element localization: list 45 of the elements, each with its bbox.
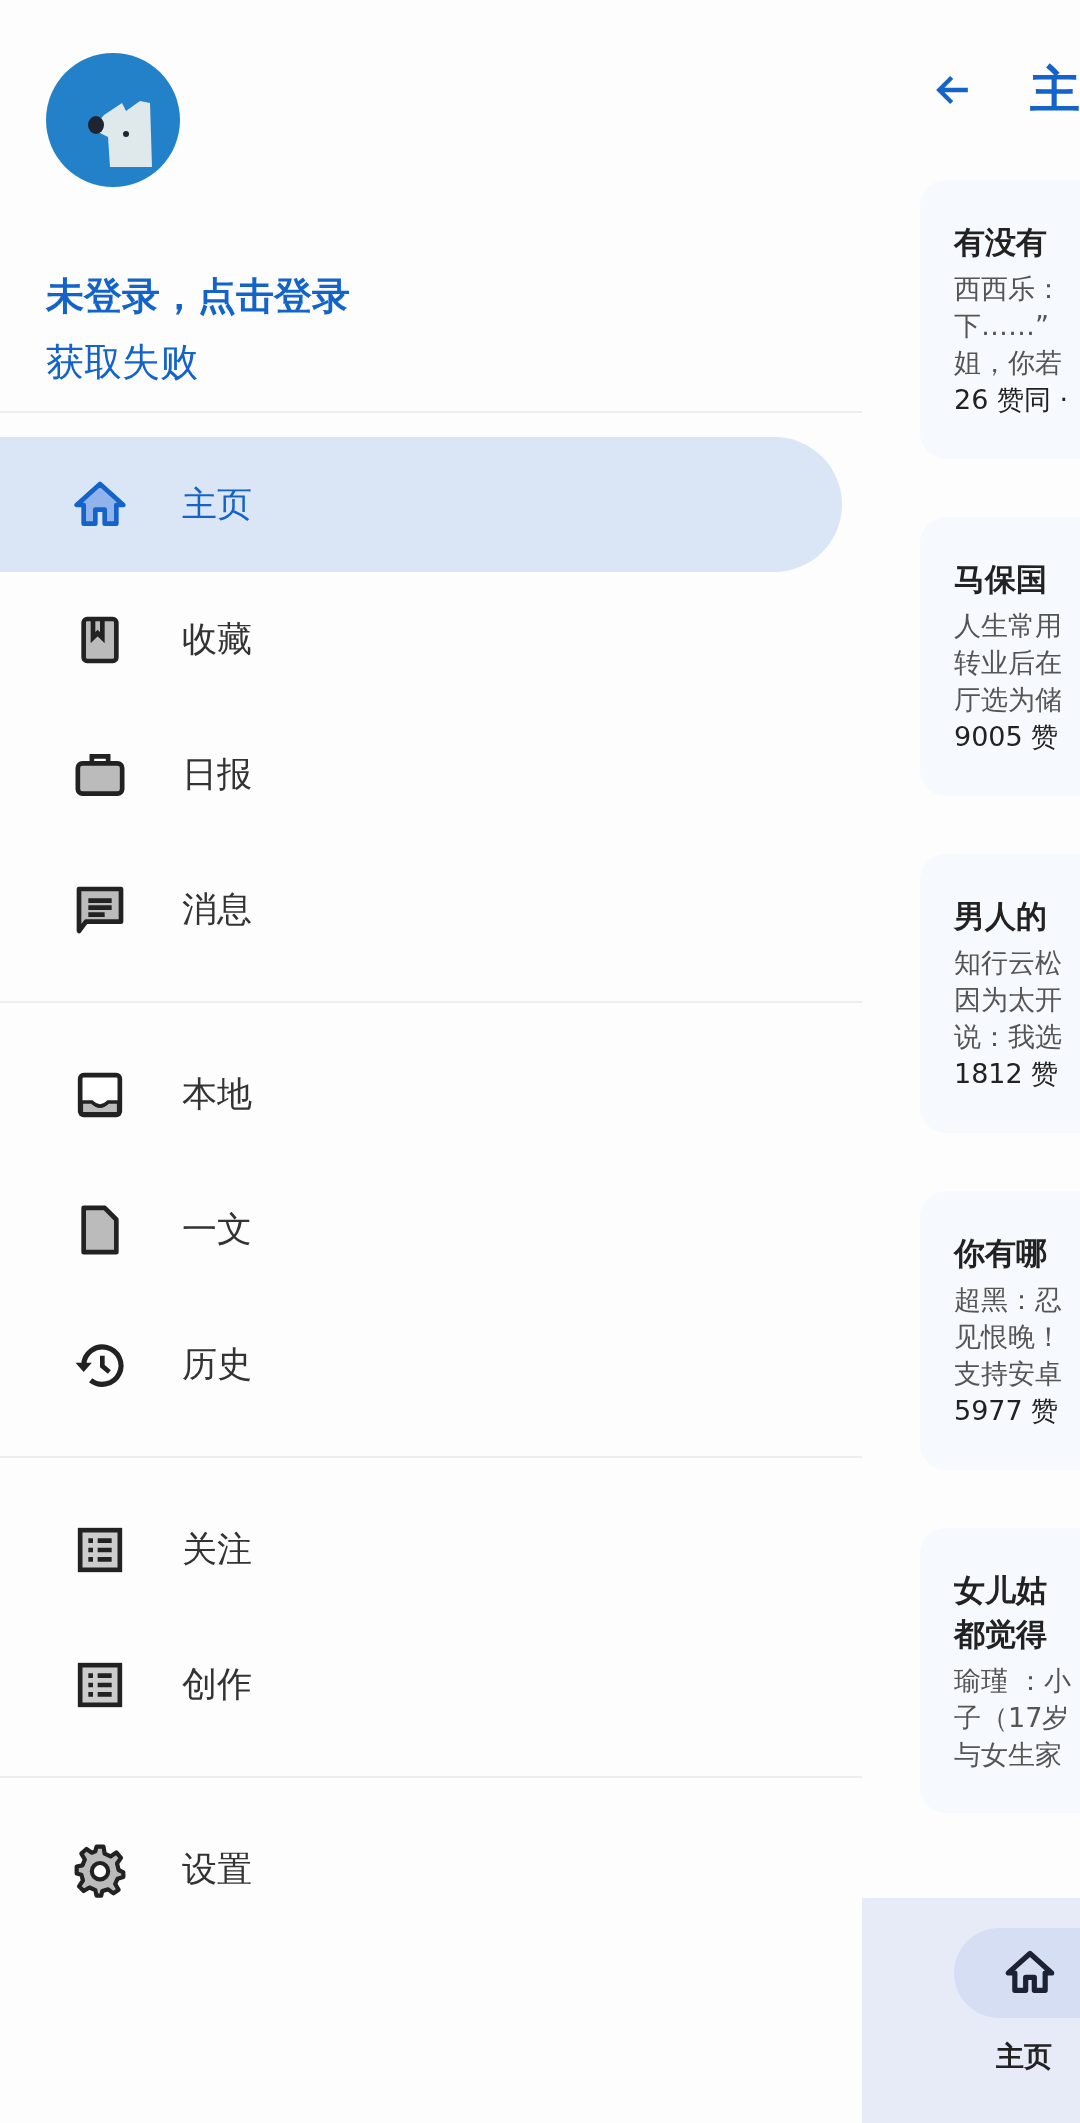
drawer-item[interactable]: 收藏	[0, 572, 842, 707]
drawer-item[interactable]: 关注	[0, 1482, 842, 1617]
answer-card[interactable]: 你有哪 超黑：忍 见恨晚！ 支持安卓 5977 赞	[920, 1191, 1080, 1470]
drawer-item[interactable]: 一文	[0, 1162, 842, 1297]
card-excerpt: 说：我选	[954, 1020, 1063, 1054]
card-excerpt: 姐，你若	[954, 346, 1063, 380]
card-meta: 1812 赞	[954, 1057, 1060, 1091]
answer-card[interactable]: 有没有 西西乐： 下……” 姐，你若 26 赞同 ·	[920, 180, 1080, 459]
card-meta: 5977 赞	[954, 1394, 1060, 1428]
drawer-item[interactable]: 消息	[0, 842, 842, 977]
card-excerpt: 见恨晚！	[954, 1320, 1063, 1354]
card-excerpt: 下……”	[954, 309, 1050, 343]
drawer-item[interactable]: 历史	[0, 1297, 842, 1432]
card-title: 有没有	[954, 223, 1048, 262]
card-excerpt: 与女生家	[954, 1738, 1063, 1772]
drawer-item[interactable]: 创作	[0, 1617, 842, 1752]
drawer-item[interactable]: 设置	[0, 1802, 842, 1937]
nav-label: 主页	[996, 2039, 1052, 2075]
card-meta: 26 赞同 ·	[954, 383, 1070, 417]
account-status: 获取失败	[46, 339, 199, 386]
card-title: 都觉得	[954, 1615, 1048, 1654]
drawer-item[interactable]: 本地	[0, 1027, 842, 1162]
answer-card[interactable]: 马保国 人生常用 转业后在 厅选为储 9005 赞	[920, 517, 1080, 796]
card-excerpt: 厅选为储	[954, 683, 1063, 717]
avatar[interactable]	[46, 53, 180, 187]
drawer-item[interactable]: 日报	[0, 707, 842, 842]
login-prompt[interactable]: 未登录，点击登录	[46, 271, 862, 321]
card-excerpt: 转业后在	[954, 646, 1063, 680]
card-title: 女儿姑	[954, 1571, 1048, 1610]
card-excerpt: 子（17岁	[954, 1701, 1071, 1735]
card-excerpt: 因为太开	[954, 983, 1063, 1017]
card-excerpt: 西西乐：	[954, 272, 1063, 306]
card-excerpt: 瑜瑾 ：小	[954, 1664, 1072, 1698]
answer-card[interactable]: 女儿姑 都觉得 瑜瑾 ：小 子（17岁 与女生家	[920, 1528, 1080, 1813]
card-excerpt: 支持安卓	[954, 1357, 1063, 1391]
card-excerpt: 人生常用	[954, 609, 1063, 643]
card-title: 你有哪	[954, 1234, 1048, 1273]
card-excerpt: 知行云松	[954, 946, 1063, 980]
card-excerpt: 超黑：忍	[954, 1283, 1063, 1317]
card-meta: 9005 赞	[954, 720, 1060, 754]
drawer-item[interactable]: 主页	[0, 437, 842, 572]
card-title: 马保国	[954, 560, 1048, 599]
answer-card[interactable]: 男人的 知行云松 因为太开 说：我选 1812 赞	[920, 854, 1080, 1133]
page-title: 主	[1030, 59, 1080, 121]
card-title: 男人的	[954, 897, 1048, 936]
